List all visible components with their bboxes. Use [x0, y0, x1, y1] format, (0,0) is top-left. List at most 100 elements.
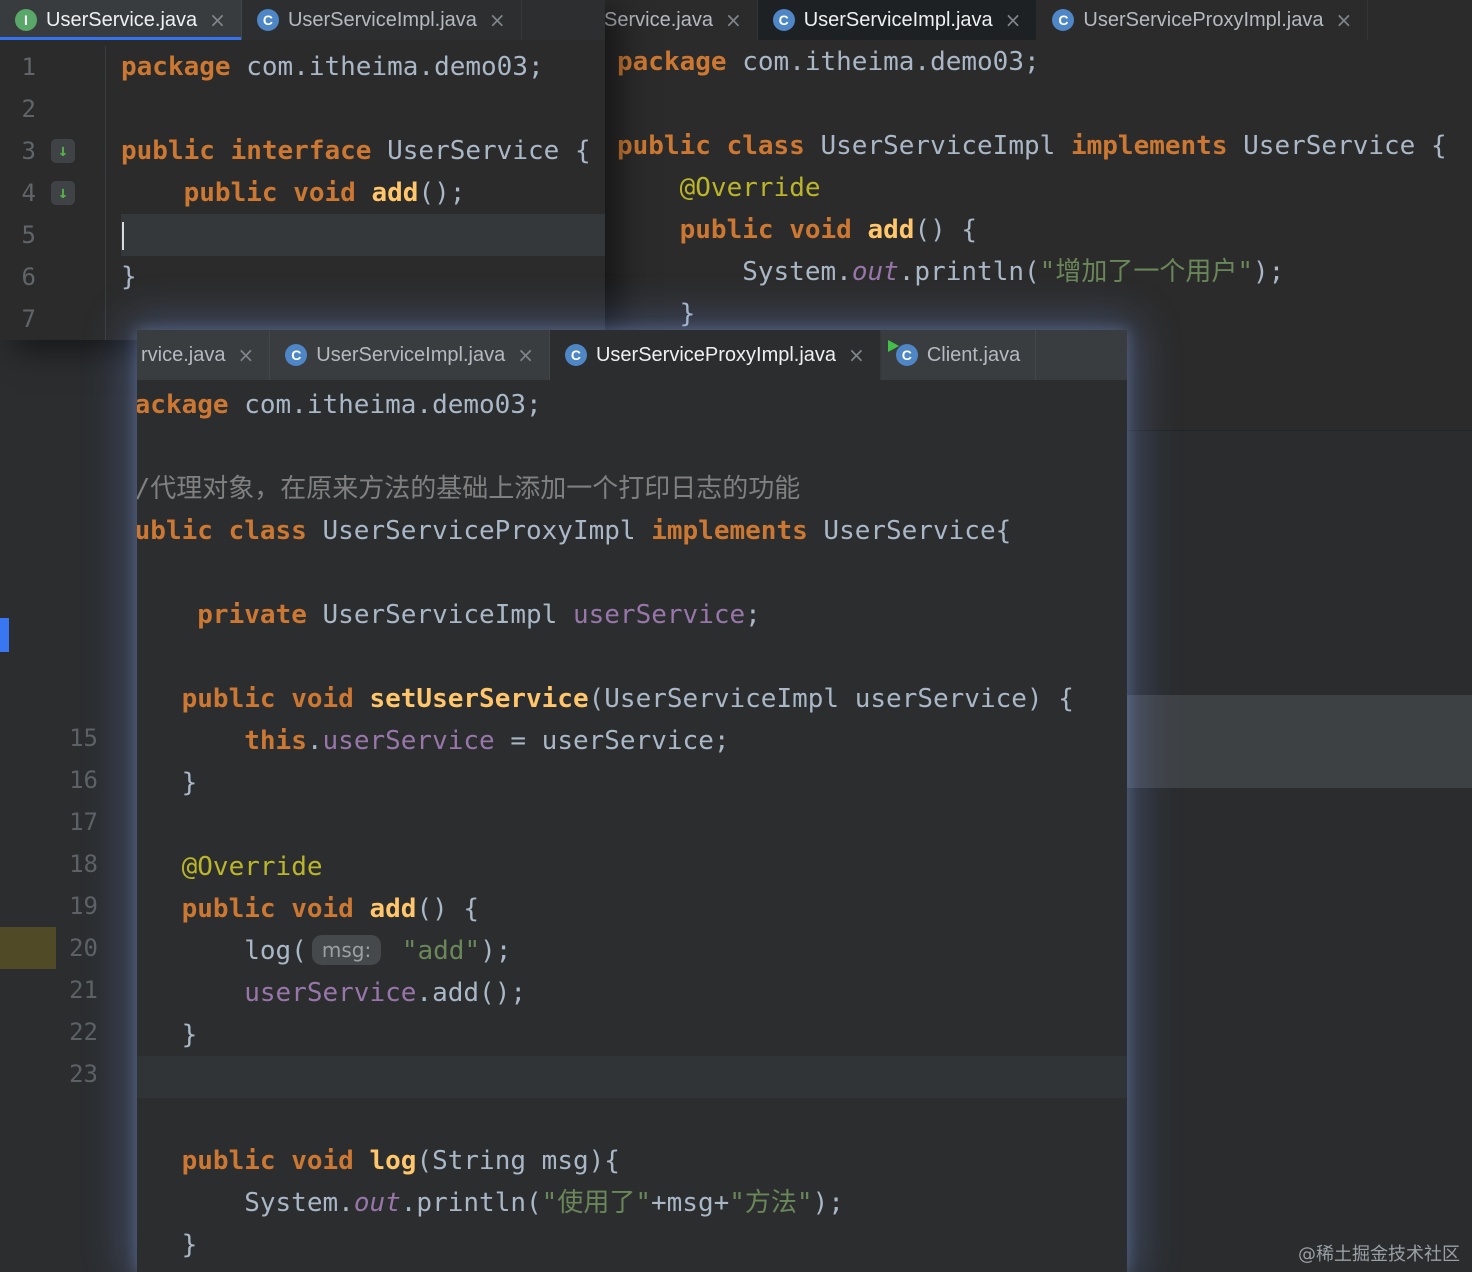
code-token: log( — [137, 936, 307, 966]
background-line-number: 19 — [69, 892, 98, 920]
tab-close-icon[interactable]: × — [725, 10, 742, 30]
code-token: public void — [181, 684, 370, 714]
tab-userserviceimpl-java[interactable]: C UserServiceImpl.java × — [270, 330, 550, 380]
code-token: package — [121, 52, 231, 82]
code-token: +msg+ — [650, 1188, 730, 1218]
tab-userservice-java[interactable]: I UserService.java × — [0, 0, 242, 40]
code-line: package com.itheima.demo03; — [121, 46, 605, 88]
tab-close-icon[interactable]: × — [1336, 10, 1353, 30]
code-token: add — [867, 215, 915, 245]
code-token: public void — [183, 178, 372, 208]
implemented-marker-icon[interactable]: ↓ — [51, 139, 75, 163]
tab-userserviceproxyimpl-java[interactable]: C UserServiceProxyImpl.java × — [1037, 0, 1369, 40]
code-token: userService — [244, 978, 417, 1008]
code-token: package — [137, 390, 229, 420]
code-token: (UserServiceImpl userService) { — [588, 684, 1074, 714]
class-file-icon: C — [772, 9, 795, 31]
editor[interactable]: package com.itheima.demo03; //代理对象，在原来方法的… — [137, 380, 1127, 1266]
code-token: } — [181, 1230, 198, 1260]
code-line: userService.add(); — [137, 972, 1127, 1014]
code-token: .add(); — [416, 978, 526, 1008]
tab-client-java[interactable]: C Client.java — [881, 330, 1037, 380]
tab-close-icon[interactable]: × — [1005, 10, 1022, 30]
code-token: . — [306, 726, 323, 756]
tab-rvice-java[interactable]: rvice.java × — [137, 330, 271, 380]
code-token: ); — [1252, 257, 1285, 287]
code-token: package — [617, 47, 727, 77]
tab-bar: Service.java × C UserServiceImpl.java × C User… — [600, 0, 1472, 40]
tab-close-icon[interactable]: × — [848, 345, 865, 365]
code-token: ); — [812, 1188, 844, 1218]
code-token: implements — [1070, 131, 1228, 161]
tab-label: UserServiceProxyImpl.java — [595, 343, 837, 366]
code-area[interactable]: package com.itheima.demo03; public interf… — [106, 46, 605, 340]
background-line-number: 18 — [69, 850, 98, 878]
ide-composite-screenshot: 15 16 17 18 19 20 21 22 23 I UserService.java × C Us… — [0, 0, 1472, 1272]
parameter-hint: msg: — [311, 935, 382, 965]
background-toolwindow-band — [1127, 695, 1472, 788]
code-token: userService — [322, 726, 495, 756]
code-line: System.out.println("使用了"+msg+"方法"); — [137, 1182, 1127, 1224]
code-token: log — [369, 1146, 417, 1176]
tab-userserviceimpl-java[interactable]: C UserServiceImpl.java × — [757, 0, 1038, 40]
code-token: public interface — [121, 136, 372, 166]
code-line: public void add() { — [137, 888, 1127, 930]
implemented-marker-icon[interactable]: ↓ — [51, 181, 75, 205]
background-line-number: 17 — [69, 808, 98, 836]
code-token: out — [851, 257, 899, 287]
highlighted-line-marker — [0, 927, 56, 969]
code-token: ); — [480, 936, 512, 966]
code-line: } — [121, 256, 605, 298]
code-token: (); — [418, 178, 466, 208]
code-line: public void log(String msg){ — [137, 1140, 1127, 1182]
code-token: } — [181, 768, 198, 798]
text-caret — [122, 221, 124, 250]
background-line-number: 16 — [69, 766, 98, 794]
code-token: "方法" — [729, 1188, 813, 1218]
code-token: "add" — [401, 936, 481, 966]
tab-service-java[interactable]: Service.java × — [600, 0, 758, 40]
run-overlay-icon — [887, 340, 899, 352]
code-token: System. — [137, 1188, 354, 1218]
code-token: add — [371, 178, 419, 208]
editor[interactable]: package com.itheima.demo03; public class … — [600, 40, 1472, 335]
gutter-line: 3 ↓ — [0, 130, 105, 172]
tab-close-icon[interactable]: × — [237, 345, 254, 365]
background-line-number: 23 — [69, 1060, 98, 1088]
line-number: 5 — [21, 221, 36, 249]
line-number: 6 — [21, 263, 36, 291]
tab-userserviceproxyimpl-java[interactable]: C UserServiceProxyImpl.java × — [549, 330, 881, 380]
code-line: @Override — [617, 167, 1472, 209]
background-line-number: 15 — [69, 724, 98, 752]
tab-label: UserServiceImpl.java — [803, 8, 993, 31]
background-editor-panel: 15 16 17 18 19 20 21 22 23 — [0, 340, 137, 1272]
code-token: .println( — [898, 257, 1040, 287]
gutter-line: 4 ↓ — [0, 172, 105, 214]
background-panel-right — [1127, 430, 1472, 1272]
code-line: //代理对象，在原来方法的基础上添加一个打印日志的功能 — [137, 468, 1127, 510]
tab-close-icon[interactable]: × — [489, 10, 506, 30]
code-token: private — [197, 600, 307, 630]
code-line: public void add() { — [617, 209, 1472, 251]
tab-close-icon[interactable]: × — [517, 345, 534, 365]
interface-file-icon: I — [15, 9, 37, 31]
tab-label: UserServiceProxyImpl.java — [1083, 8, 1324, 31]
editor[interactable]: 1 2 3 ↓ 4 ↓ 5 6 7 package com.itheima.demo03; pub… — [0, 46, 605, 340]
code-token: add — [369, 894, 417, 924]
tab-userserviceimpl-java[interactable]: C UserServiceImpl.java × — [242, 0, 522, 40]
gutter-line: 6 — [0, 256, 105, 298]
code-area[interactable]: package com.itheima.demo03; //代理对象，在原来方法的… — [137, 384, 1127, 1266]
code-area[interactable]: package com.itheima.demo03; public class … — [600, 41, 1472, 335]
code-line: @Override — [137, 846, 1127, 888]
code-token: public class — [617, 131, 805, 161]
code-line: package com.itheima.demo03; — [137, 384, 1127, 426]
watermark: @稀土掘金技术社区 — [1298, 1244, 1460, 1265]
tab-close-icon[interactable]: × — [209, 10, 226, 30]
code-token: UserService{ — [807, 516, 1012, 546]
